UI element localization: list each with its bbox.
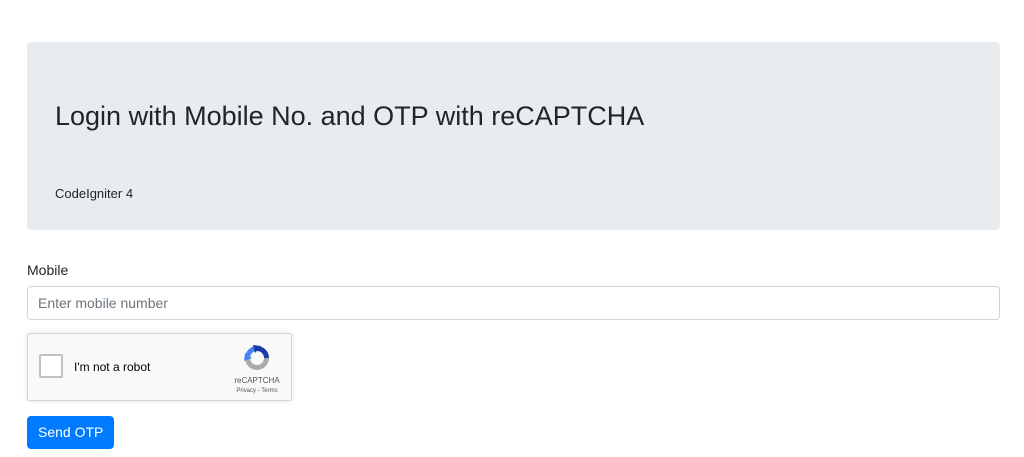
recaptcha-brand: reCAPTCHA xyxy=(234,376,280,385)
page: Login with Mobile No. and OTP with reCAP… xyxy=(0,0,1024,457)
recaptcha-terms-link[interactable]: Terms xyxy=(261,388,277,394)
jumbotron-header: Login with Mobile No. and OTP with reCAP… xyxy=(27,42,1000,230)
recaptcha-links: Privacy - Terms xyxy=(224,387,290,395)
mobile-input[interactable] xyxy=(27,286,1000,320)
recaptcha-checkbox[interactable] xyxy=(39,354,63,378)
page-subtitle: CodeIgniter 4 xyxy=(55,186,134,201)
mobile-label: Mobile xyxy=(27,262,69,278)
send-otp-button[interactable]: Send OTP xyxy=(27,416,115,449)
recaptcha-widget: I'm not a robot reCAPTCHA Privacy - Term… xyxy=(27,333,292,401)
recaptcha-logo-icon xyxy=(244,345,269,370)
page-title: Login with Mobile No. and OTP with reCAP… xyxy=(55,101,645,131)
recaptcha-checkbox-label: I'm not a robot xyxy=(74,360,151,374)
recaptcha-privacy-link[interactable]: Privacy xyxy=(236,388,256,394)
